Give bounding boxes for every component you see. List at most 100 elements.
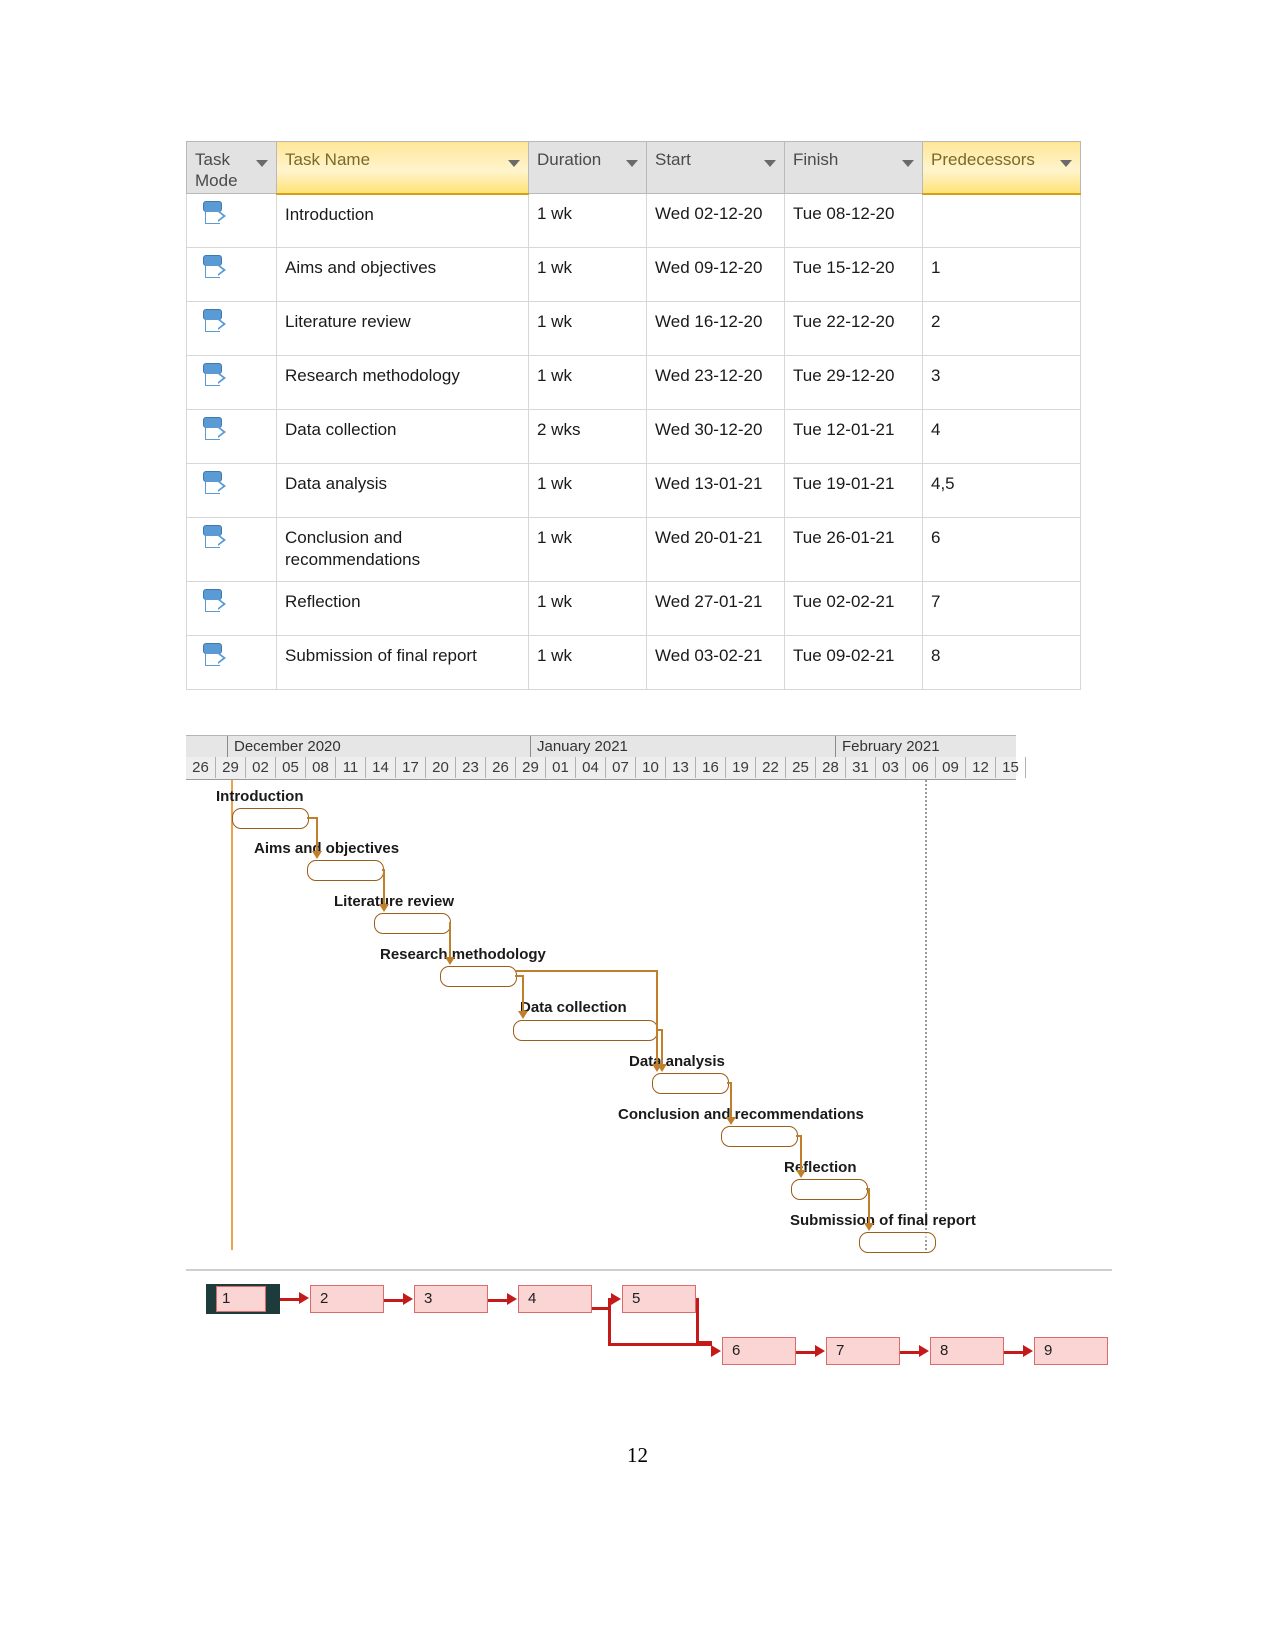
gantt-bar-label: Data analysis — [629, 1053, 725, 1070]
column-header-predecessors[interactable]: Predecessors — [922, 141, 1081, 195]
task-name-cell[interactable]: Literature review — [276, 301, 529, 356]
column-header-finish[interactable]: Finish — [784, 141, 923, 194]
predecessors-cell[interactable]: 2 — [922, 301, 1081, 356]
task-mode-cell[interactable] — [186, 247, 277, 302]
finish-cell[interactable]: Tue 26-01-21 — [784, 517, 923, 582]
chevron-down-icon[interactable] — [1060, 160, 1072, 167]
table-row[interactable]: Aims and objectives 1 wk Wed 09-12-20 Tue 1… — [186, 247, 1081, 302]
duration-cell[interactable]: 1 wk — [528, 247, 647, 302]
task-name-cell[interactable]: Research methodology — [276, 355, 529, 410]
start-cell[interactable]: Wed 13-01-21 — [646, 463, 785, 518]
finish-cell[interactable]: Tue 15-12-20 — [784, 247, 923, 302]
gantt-task-bar[interactable] — [791, 1179, 868, 1200]
gantt-task-bar[interactable] — [232, 808, 309, 829]
gantt-dependency-link — [730, 1082, 732, 1118]
task-mode-cell[interactable] — [186, 193, 277, 248]
task-name-cell[interactable]: Introduction — [276, 193, 529, 248]
column-header-task-name[interactable]: Task Name — [276, 141, 529, 195]
predecessors-cell[interactable]: 3 — [922, 355, 1081, 410]
duration-cell[interactable]: 1 wk — [528, 463, 647, 518]
network-node[interactable]: 8 — [930, 1337, 1004, 1365]
column-header-start[interactable]: Start — [646, 141, 785, 194]
task-mode-cell[interactable] — [186, 409, 277, 464]
gantt-month-label: December 2020 — [227, 736, 530, 758]
network-link — [1004, 1351, 1024, 1354]
start-cell[interactable]: Wed 27-01-21 — [646, 580, 785, 636]
gantt-day-tick: 10 — [636, 757, 666, 778]
duration-cell[interactable]: 1 wk — [528, 634, 647, 690]
task-mode-cell[interactable] — [186, 463, 277, 518]
start-cell[interactable]: Wed 20-01-21 — [646, 517, 785, 582]
task-mode-cell[interactable] — [186, 517, 277, 582]
chevron-down-icon[interactable] — [256, 160, 268, 167]
task-mode-cell[interactable] — [186, 355, 277, 410]
chevron-down-icon[interactable] — [764, 160, 776, 167]
duration-cell[interactable]: 1 wk — [528, 580, 647, 636]
table-row[interactable]: Literature review 1 wk Wed 16-12-20 Tue 22-… — [186, 301, 1081, 356]
chevron-down-icon[interactable] — [508, 160, 520, 167]
column-header-label: Finish — [793, 150, 839, 169]
predecessors-cell[interactable]: 1 — [922, 247, 1081, 302]
network-node[interactable]: 5 — [622, 1285, 696, 1313]
finish-cell[interactable]: Tue 08-12-20 — [784, 193, 923, 248]
chevron-down-icon[interactable] — [626, 160, 638, 167]
task-name-cell[interactable]: Reflection — [276, 580, 529, 636]
task-name-cell[interactable]: Data analysis — [276, 463, 529, 518]
gantt-task-bar[interactable] — [721, 1126, 798, 1147]
gantt-task-bar[interactable] — [440, 966, 517, 987]
table-row[interactable]: Introduction 1 wk Wed 02-12-20 Tue 08-12-20 — [186, 193, 1081, 248]
start-cell[interactable]: Wed 23-12-20 — [646, 355, 785, 410]
start-cell[interactable]: Wed 03-02-21 — [646, 634, 785, 690]
gantt-task-bar[interactable] — [513, 1020, 658, 1041]
task-mode-cell[interactable] — [186, 301, 277, 356]
network-node[interactable]: 2 — [310, 1285, 384, 1313]
table-row[interactable]: Data collection 2 wks Wed 30-12-20 Tue 12-0… — [186, 409, 1081, 464]
task-mode-cell[interactable] — [186, 580, 277, 636]
duration-cell[interactable]: 1 wk — [528, 517, 647, 582]
start-cell[interactable]: Wed 02-12-20 — [646, 193, 785, 248]
task-mode-cell[interactable] — [186, 634, 277, 690]
gantt-task-bar[interactable] — [859, 1232, 936, 1253]
task-name-cell[interactable]: Aims and objectives — [276, 247, 529, 302]
chevron-down-icon[interactable] — [902, 160, 914, 167]
predecessors-cell[interactable]: 8 — [922, 634, 1081, 690]
task-name-cell[interactable]: Data collection — [276, 409, 529, 464]
start-cell[interactable]: Wed 30-12-20 — [646, 409, 785, 464]
predecessors-cell[interactable]: 7 — [922, 580, 1081, 636]
network-node[interactable]: 4 — [518, 1285, 592, 1313]
finish-cell[interactable]: Tue 09-02-21 — [784, 634, 923, 690]
finish-cell[interactable]: Tue 29-12-20 — [784, 355, 923, 410]
table-row[interactable]: Data analysis 1 wk Wed 13-01-21 Tue 19-01-2… — [186, 463, 1081, 518]
predecessors-cell[interactable]: 6 — [922, 517, 1081, 582]
network-node[interactable]: 9 — [1034, 1337, 1108, 1365]
finish-cell[interactable]: Tue 02-02-21 — [784, 580, 923, 636]
gantt-task-bar[interactable] — [307, 860, 384, 881]
start-cell[interactable]: Wed 09-12-20 — [646, 247, 785, 302]
duration-cell[interactable]: 1 wk — [528, 355, 647, 410]
start-cell[interactable]: Wed 16-12-20 — [646, 301, 785, 356]
auto-schedule-icon — [201, 254, 227, 284]
table-row[interactable]: Research methodology 1 wk Wed 23-12-20 Tue … — [186, 355, 1081, 410]
table-row[interactable]: Conclusion and recommendations 1 wk Wed 20… — [186, 517, 1081, 582]
network-node[interactable]: 1 — [206, 1284, 280, 1314]
gantt-task-bar[interactable] — [652, 1073, 729, 1094]
finish-cell[interactable]: Tue 12-01-21 — [784, 409, 923, 464]
finish-cell[interactable]: Tue 19-01-21 — [784, 463, 923, 518]
task-name-cell[interactable]: Conclusion and recommendations — [276, 517, 529, 582]
predecessors-cell[interactable]: 4,5 — [922, 463, 1081, 518]
column-header-duration[interactable]: Duration — [528, 141, 647, 194]
task-name-cell[interactable]: Submission of final report — [276, 634, 529, 690]
network-node[interactable]: 6 — [722, 1337, 796, 1365]
finish-cell[interactable]: Tue 22-12-20 — [784, 301, 923, 356]
column-header-task-mode[interactable]: Task Mode — [186, 141, 277, 194]
duration-cell[interactable]: 1 wk — [528, 193, 647, 248]
table-row[interactable]: Reflection 1 wk Wed 27-01-21 Tue 02-02-21 7 — [186, 580, 1081, 636]
network-node[interactable]: 3 — [414, 1285, 488, 1313]
duration-cell[interactable]: 2 wks — [528, 409, 647, 464]
gantt-task-bar[interactable] — [374, 913, 451, 934]
network-node[interactable]: 7 — [826, 1337, 900, 1365]
duration-cell[interactable]: 1 wk — [528, 301, 647, 356]
predecessors-cell[interactable]: 4 — [922, 409, 1081, 464]
table-row[interactable]: Submission of final report 1 wk Wed 03-02-… — [186, 634, 1081, 690]
predecessors-cell[interactable] — [922, 193, 1081, 248]
